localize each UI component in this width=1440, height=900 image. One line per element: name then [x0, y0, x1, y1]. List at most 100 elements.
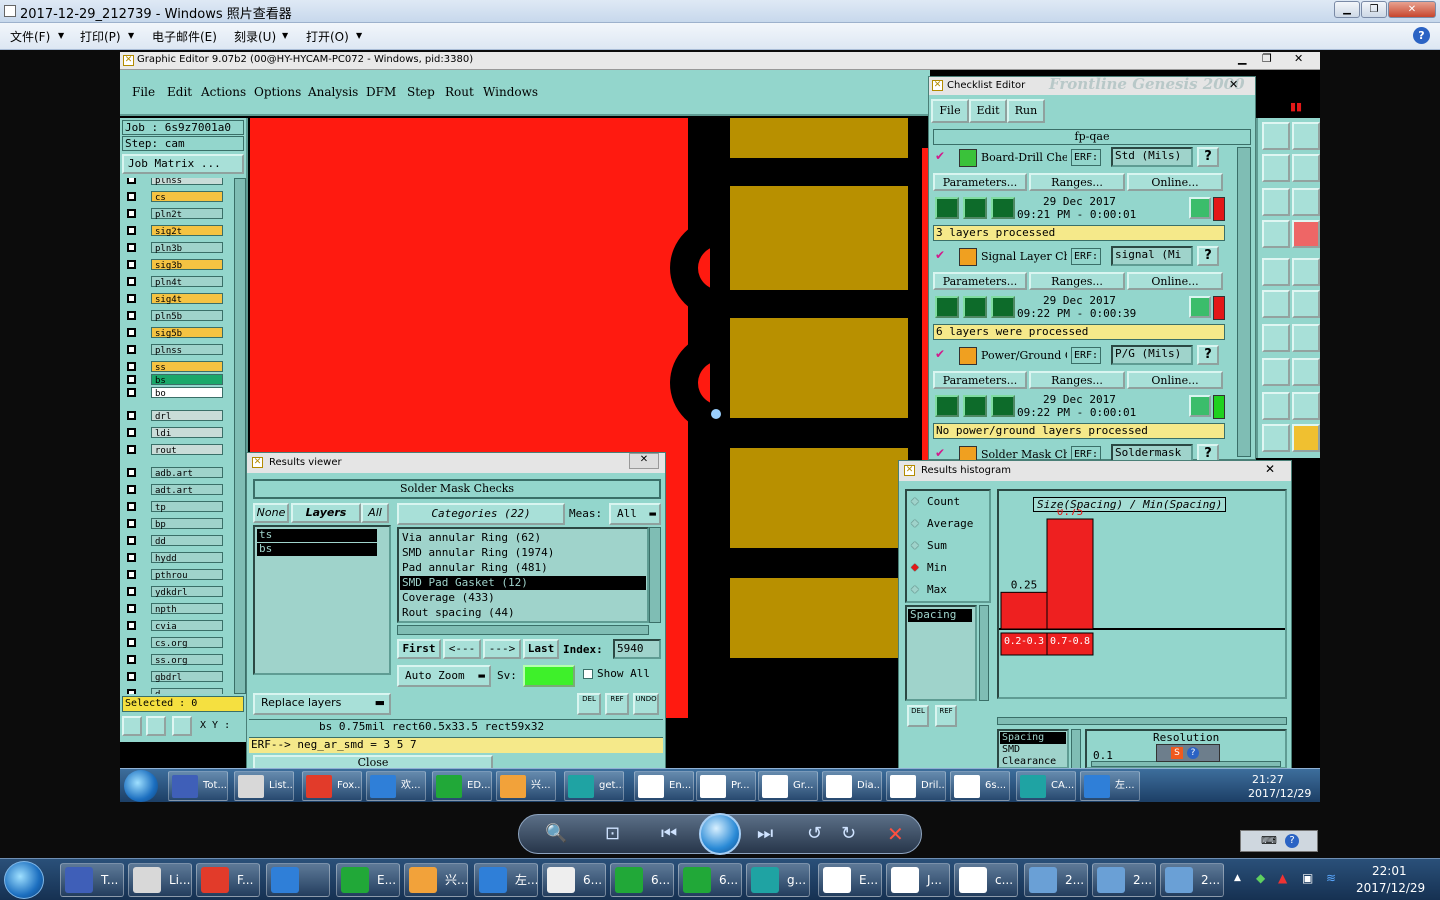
tool-icon-12[interactable]: [1292, 290, 1320, 318]
editor-close-button[interactable]: ✕: [1294, 52, 1303, 65]
next-icon[interactable]: ⏭: [757, 823, 773, 844]
histogram-type-item[interactable]: SMD: [1000, 744, 1066, 756]
inner-taskbar-item[interactable]: 欢...: [366, 771, 426, 801]
tool-icon-10[interactable]: [1292, 258, 1320, 286]
layer-row[interactable]: drl: [125, 410, 225, 422]
taskbar-item[interactable]: J...: [886, 863, 950, 897]
layer-row[interactable]: cvia: [125, 620, 225, 632]
taskbar-item[interactable]: [266, 863, 330, 897]
erf-value[interactable]: Soldermask: [1111, 444, 1193, 461]
tool-icon-1[interactable]: [1262, 122, 1290, 150]
layer-row[interactable]: d: [125, 688, 225, 694]
item-help-button[interactable]: ?: [1197, 444, 1219, 461]
ge-menu-dfm[interactable]: DFM: [366, 85, 396, 99]
layers-none-button[interactable]: None: [253, 503, 289, 523]
tool-icon-3[interactable]: [1262, 154, 1290, 182]
tool-icon-8[interactable]: [1292, 220, 1320, 248]
layer-checkbox[interactable]: [127, 445, 136, 454]
run-icon[interactable]: [935, 296, 959, 318]
layer-checkbox[interactable]: [127, 178, 136, 184]
tool-icon-17[interactable]: [1262, 392, 1290, 420]
taskbar-item[interactable]: 左...: [474, 863, 538, 897]
checklist-item-name[interactable]: Power/Ground C: [981, 349, 1067, 362]
category-item[interactable]: Pad annular Ring (481): [400, 561, 646, 575]
histogram-type-item[interactable]: Clearance: [1000, 756, 1066, 768]
sv-color-dropdown[interactable]: [523, 665, 575, 687]
layer-row[interactable]: ydkdrl: [125, 586, 225, 598]
layer-row[interactable]: pln3b: [125, 242, 225, 254]
measure-tool-icon[interactable]: [146, 716, 166, 736]
inner-taskbar-item[interactable]: 左...: [1080, 771, 1140, 801]
check-mark-icon[interactable]: ✔: [935, 446, 945, 460]
layer-checkbox[interactable]: [127, 345, 136, 354]
layer-row[interactable]: rout: [125, 444, 225, 456]
aggregate-option[interactable]: ◆ Min: [911, 561, 989, 579]
inner-taskbar-item[interactable]: Dril...: [886, 771, 946, 801]
inner-taskbar-item[interactable]: 6s...: [950, 771, 1010, 801]
taskbar-item[interactable]: g...: [746, 863, 810, 897]
layer-checkbox[interactable]: [127, 328, 136, 337]
taskbar-item[interactable]: Li...: [128, 863, 192, 897]
checklist-menu-edit[interactable]: Edit: [969, 99, 1007, 123]
tool-icon-7[interactable]: [1262, 220, 1290, 248]
tool-icon-4[interactable]: [1292, 154, 1320, 182]
menu-email[interactable]: 电子邮件(E): [152, 28, 217, 45]
parameters-button[interactable]: Parameters...: [933, 371, 1027, 389]
minimize-button[interactable]: ▁: [1334, 1, 1360, 18]
layer-row[interactable]: plnss: [125, 178, 225, 186]
layer-checkbox[interactable]: [127, 362, 136, 371]
histogram-bar[interactable]: [1046, 518, 1094, 630]
taskbar-item[interactable]: F...: [196, 863, 260, 897]
start-orb-icon[interactable]: [4, 861, 44, 899]
category-list[interactable]: Via annular Ring (62) SMD annular Ring (1…: [397, 527, 649, 623]
histogram-type-list[interactable]: Spacing SMD Clearance: [997, 729, 1069, 769]
layer-checkbox[interactable]: [127, 485, 136, 494]
next-button[interactable]: --->: [483, 639, 521, 659]
auto-zoom-dropdown[interactable]: Auto Zoom ▬: [397, 665, 491, 687]
results-viewer-close-button[interactable]: ✕: [629, 453, 659, 469]
erf-value[interactable]: Std (Mils): [1111, 147, 1193, 167]
results-layer-item[interactable]: bs: [257, 543, 377, 556]
layer-row[interactable]: adt.art: [125, 484, 225, 496]
close-button[interactable]: ✕: [1388, 1, 1436, 18]
checklist-item-name[interactable]: Board-Drill Che: [981, 151, 1067, 164]
tool-icon-20[interactable]: [1292, 424, 1320, 452]
ge-menu-file[interactable]: File: [132, 85, 155, 99]
maximize-button[interactable]: ❐: [1361, 1, 1387, 18]
histogram-type-scrollbar[interactable]: [1071, 729, 1081, 769]
taskbar-item[interactable]: 2...: [1024, 863, 1088, 897]
tool-icon-18[interactable]: [1292, 392, 1320, 420]
layer-checkbox[interactable]: [127, 502, 136, 511]
layer-checkbox[interactable]: [127, 243, 136, 252]
tool-icon-9[interactable]: [1262, 258, 1290, 286]
layer-checkbox[interactable]: [127, 226, 136, 235]
inner-taskbar-item[interactable]: ED...: [432, 771, 492, 801]
checklist-item-name[interactable]: Signal Layer Ch: [981, 250, 1067, 263]
help-icon[interactable]: ?: [1413, 27, 1430, 44]
parameters-button[interactable]: Parameters...: [933, 272, 1027, 290]
layer-row[interactable]: sig3b: [125, 259, 225, 271]
checklist-menu-run[interactable]: Run: [1007, 99, 1045, 123]
taskbar-item[interactable]: 2...: [1092, 863, 1156, 897]
show-all-checkbox[interactable]: [583, 669, 593, 679]
layer-row[interactable]: tp: [125, 501, 225, 513]
start-orb-icon[interactable]: [124, 770, 158, 802]
run-icon[interactable]: [991, 395, 1015, 417]
histogram-bar[interactable]: [1000, 591, 1048, 630]
inner-taskbar-item[interactable]: Fox...: [302, 771, 362, 801]
layer-checkbox[interactable]: [127, 689, 136, 694]
layer-row[interactable]: bp: [125, 518, 225, 530]
tool-icon-5[interactable]: [1262, 188, 1290, 216]
layer-checkbox[interactable]: [127, 655, 136, 664]
inner-taskbar-item[interactable]: 兴...: [496, 771, 556, 801]
view-results-icon[interactable]: [1189, 296, 1211, 318]
taskbar-item[interactable]: 兴...: [404, 863, 468, 897]
layer-checkbox[interactable]: [127, 587, 136, 596]
layer-row[interactable]: gbdrl: [125, 671, 225, 683]
run-icon[interactable]: [991, 197, 1015, 219]
job-matrix-button[interactable]: Job Matrix ...: [122, 154, 244, 174]
select-tool-icon[interactable]: [122, 716, 142, 736]
histogram-type-item[interactable]: Spacing: [1000, 732, 1066, 744]
layer-row[interactable]: cs.org: [125, 637, 225, 649]
meas-dropdown[interactable]: All ▬: [609, 503, 661, 525]
